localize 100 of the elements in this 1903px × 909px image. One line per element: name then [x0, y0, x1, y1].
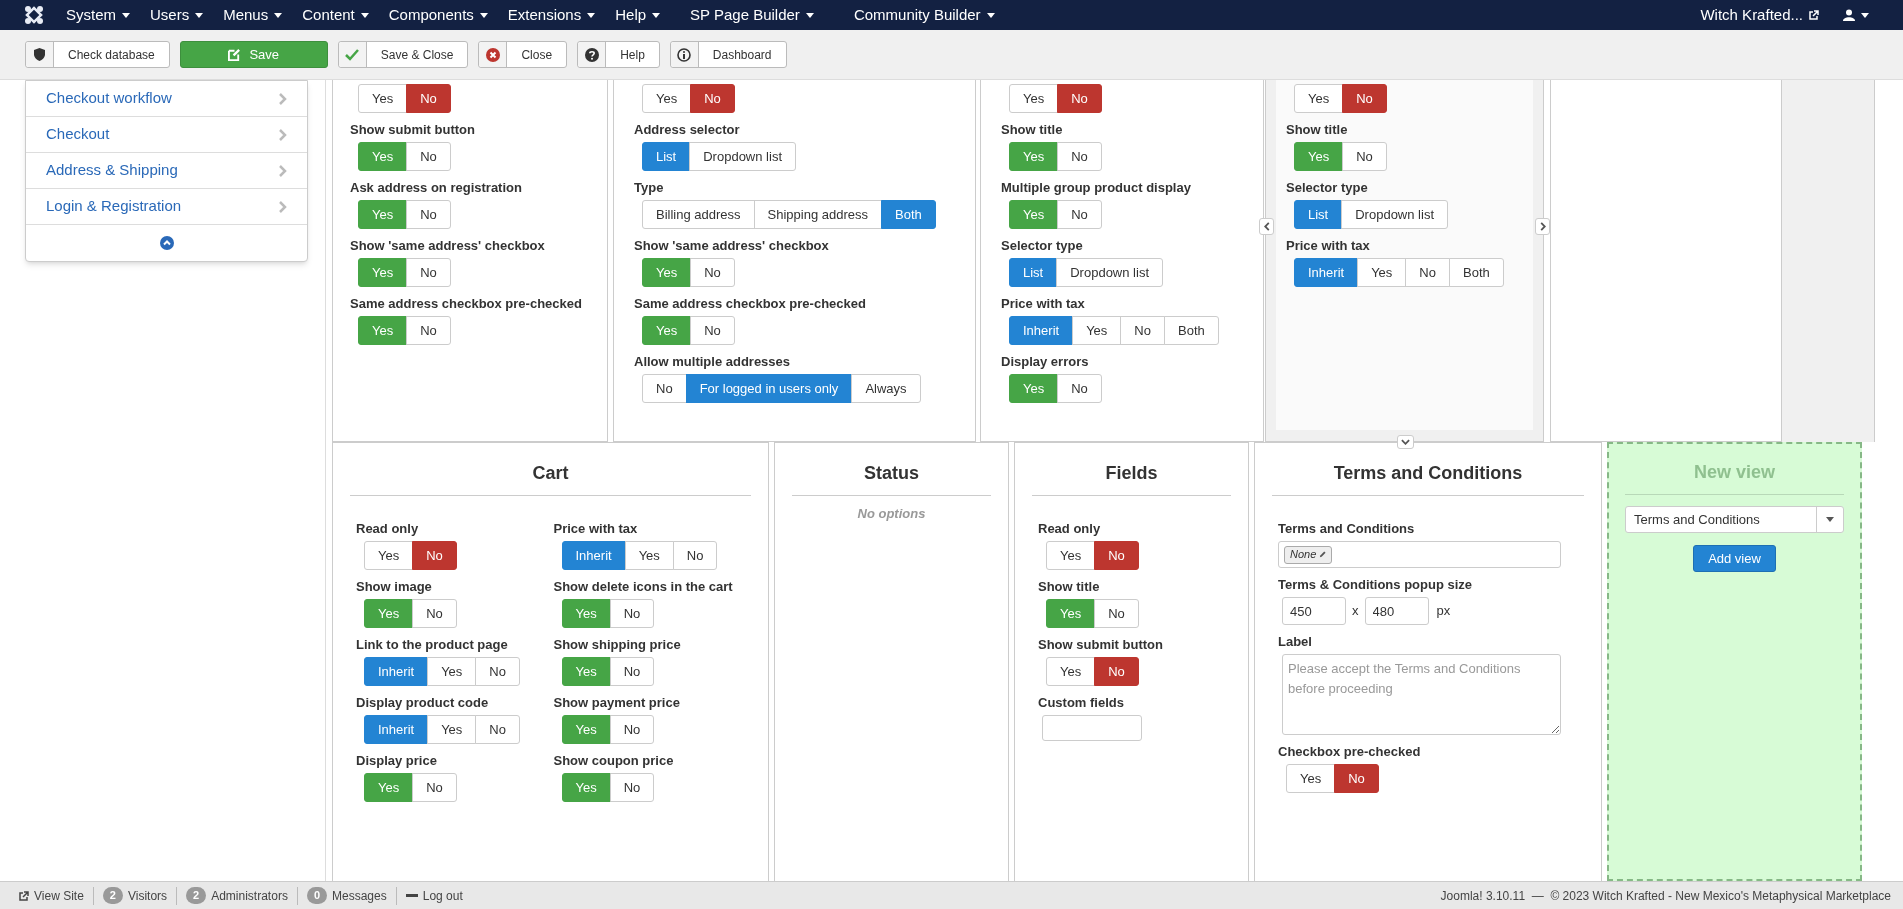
choice-button[interactable]: No	[1094, 657, 1139, 686]
choice-button[interactable]: No	[1334, 764, 1379, 793]
add-view-button[interactable]: Add view	[1693, 545, 1776, 572]
choice-button[interactable]: Inherit	[364, 657, 429, 686]
choice-button[interactable]: No	[609, 657, 655, 686]
status-link[interactable]: 0 Messages	[296, 886, 396, 905]
choice-button[interactable]: Yes	[1046, 657, 1096, 686]
toolbar-button[interactable]: Check database	[25, 41, 170, 68]
choice-button[interactable]: No	[475, 715, 520, 744]
sidebar-item[interactable]: Address & Shipping	[26, 153, 307, 189]
joomla-logo-icon[interactable]	[24, 5, 44, 25]
menu-item[interactable]: SP Page Builder	[680, 0, 824, 30]
sidebar-item[interactable]: Login & Registration	[26, 189, 307, 225]
choice-button[interactable]: List	[1009, 258, 1058, 287]
choice-button[interactable]: Inherit	[561, 541, 626, 570]
menu-item[interactable]: System	[56, 0, 140, 30]
menu-item[interactable]: Extensions	[497, 0, 606, 30]
choice-button[interactable]: List	[642, 142, 691, 171]
choice-button[interactable]: Dropdown list	[689, 142, 796, 171]
label-textarea[interactable]: Please accept the Terms and Conditions before proceeding	[1282, 654, 1561, 735]
choice-button[interactable]: Yes	[364, 541, 414, 570]
choice-button[interactable]: Yes	[1072, 316, 1122, 345]
choice-button[interactable]: No	[1057, 84, 1102, 113]
sidebar-item[interactable]: Checkout	[26, 117, 307, 153]
choice-button[interactable]: No	[1057, 374, 1102, 403]
choice-button[interactable]: Yes	[1294, 84, 1344, 113]
choice-button[interactable]: Yes	[624, 541, 674, 570]
choice-button[interactable]: Both	[1164, 316, 1219, 345]
choice-button[interactable]: List	[1294, 200, 1343, 229]
sidebar-item[interactable]: Checkout workflow	[26, 81, 307, 117]
choice-button[interactable]: No	[1057, 200, 1102, 229]
move-left-button[interactable]	[1259, 218, 1274, 235]
choice-button[interactable]: Yes	[1286, 764, 1336, 793]
choice-button[interactable]: Yes	[1009, 84, 1059, 113]
choice-button[interactable]: No	[475, 657, 520, 686]
menu-item[interactable]: Content	[292, 0, 379, 30]
choice-button[interactable]: No	[412, 599, 457, 628]
choice-button[interactable]: Yes	[358, 84, 408, 113]
choice-button[interactable]: Inherit	[1294, 258, 1359, 287]
choice-button[interactable]: No	[642, 374, 687, 403]
choice-button[interactable]: Always	[851, 374, 921, 403]
choice-button[interactable]: No	[1405, 258, 1450, 287]
choice-button[interactable]: No	[406, 258, 451, 287]
choice-button[interactable]: No	[609, 773, 655, 802]
choice-button[interactable]: No	[412, 541, 457, 570]
choice-button[interactable]: No	[1342, 84, 1387, 113]
toolbar-button[interactable]: Help	[577, 41, 660, 68]
choice-button[interactable]: For logged in users only	[685, 374, 853, 403]
choice-button[interactable]: Yes	[427, 715, 477, 744]
menu-item[interactable]: Users	[140, 0, 214, 30]
choice-button[interactable]: No	[406, 316, 451, 345]
minus-icon	[405, 893, 418, 898]
choice-button[interactable]: No	[672, 541, 718, 570]
choice-button[interactable]: No	[609, 599, 655, 628]
choice-button[interactable]: No	[609, 715, 655, 744]
choice-button[interactable]: Yes	[642, 84, 692, 113]
choice-button[interactable]: No	[1057, 142, 1102, 171]
choice-button[interactable]: Shipping address	[753, 200, 882, 229]
view-select[interactable]: Terms and Conditions	[1625, 506, 1844, 533]
choice-button[interactable]: No	[412, 773, 457, 802]
option-label: Custom fields	[1038, 695, 1125, 711]
choice-button[interactable]: Dropdown list	[1341, 200, 1448, 229]
choice-button[interactable]: Billing address	[642, 200, 755, 229]
choice-button[interactable]: Yes	[427, 657, 477, 686]
choice-button[interactable]: Yes	[1046, 541, 1096, 570]
move-right-button[interactable]	[1535, 218, 1550, 235]
width-input-field[interactable]: 450	[1282, 597, 1346, 625]
height-input-field[interactable]: 480	[1364, 597, 1429, 625]
menu-item[interactable]: Components	[378, 0, 498, 30]
menu-item[interactable]: Community Builder	[843, 0, 1005, 30]
choice-button[interactable]: No	[1094, 599, 1139, 628]
status-link[interactable]: 2 Administrators	[176, 886, 297, 905]
status-link[interactable]: Log out	[395, 886, 472, 905]
choice-button[interactable]: Inherit	[364, 715, 429, 744]
status-link[interactable]: View Site	[10, 886, 93, 905]
site-link[interactable]: Witch Krafted...	[1700, 3, 1819, 27]
choice-button[interactable]: No	[690, 316, 735, 345]
menu-item[interactable]: Menus	[213, 0, 293, 30]
choice-button[interactable]: No	[406, 200, 451, 229]
choice-button[interactable]: Yes	[1357, 258, 1407, 287]
choice-button[interactable]: No	[1094, 541, 1139, 570]
choice-button[interactable]: No	[1342, 142, 1387, 171]
choice-button[interactable]: Both	[881, 200, 936, 229]
choice-button[interactable]: No	[690, 258, 735, 287]
collapse-icon[interactable]	[159, 236, 174, 250]
choice-button[interactable]: No	[406, 84, 451, 113]
toolbar-button[interactable]: Save & Close	[337, 41, 469, 68]
toolbar-button[interactable]: Close	[478, 41, 568, 68]
choice-button[interactable]: No	[690, 84, 735, 113]
choice-button[interactable]: No	[1120, 316, 1165, 345]
choice-button[interactable]: Inherit	[1009, 316, 1074, 345]
choice-button[interactable]: Both	[1449, 258, 1504, 287]
toolbar-button[interactable]: Dashboard	[669, 41, 787, 68]
choice-button[interactable]: Dropdown list	[1056, 258, 1163, 287]
select-field[interactable]: None	[1278, 541, 1561, 568]
choice-button[interactable]: No	[406, 142, 451, 171]
status-link[interactable]: 2 Visitors	[92, 886, 177, 905]
move-down-button[interactable]	[1397, 435, 1414, 449]
menu-item[interactable]: Help	[605, 0, 671, 30]
text-input-field[interactable]	[1042, 715, 1142, 741]
